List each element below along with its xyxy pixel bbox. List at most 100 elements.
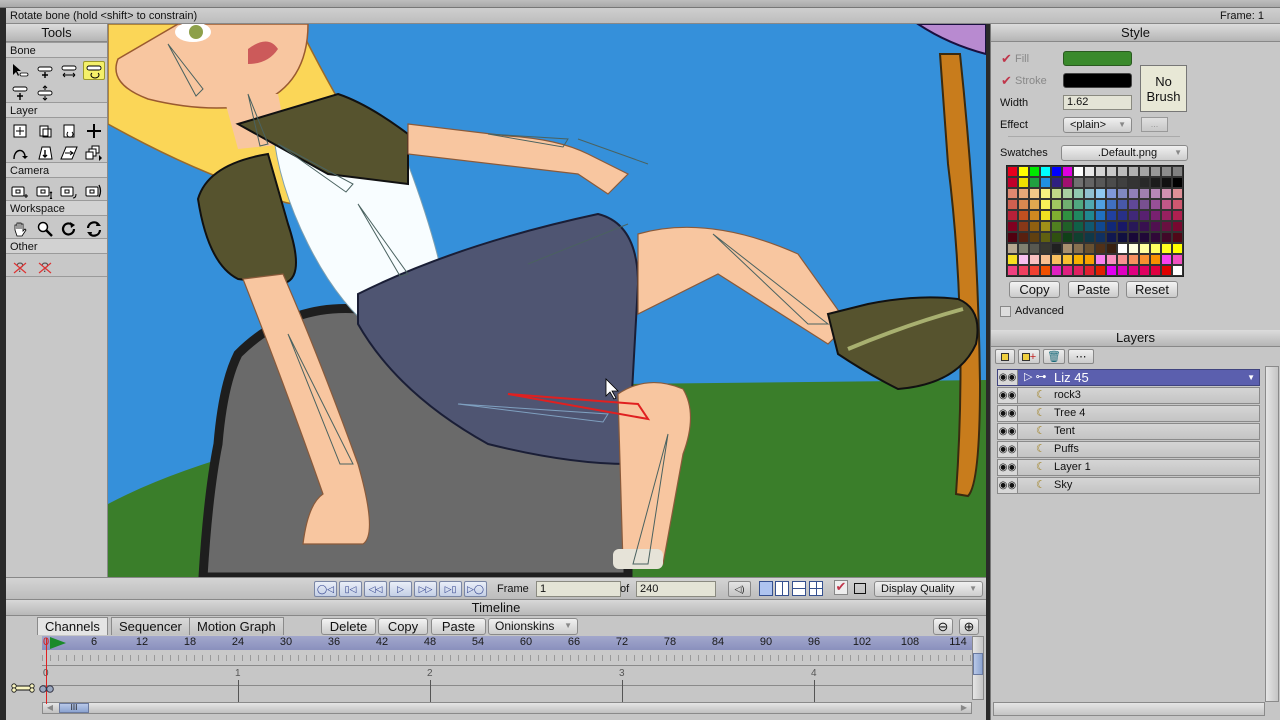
paste-button[interactable]: Paste: [431, 618, 486, 635]
swatch-color[interactable]: [1051, 210, 1062, 221]
swatch-color[interactable]: [1007, 243, 1018, 254]
swatch-color[interactable]: [1073, 188, 1084, 199]
visibility-eye-icon[interactable]: ◉◉: [998, 388, 1018, 403]
swatch-color[interactable]: [1150, 166, 1161, 177]
copy-button[interactable]: Copy: [378, 618, 428, 635]
split-vertical-view-icon[interactable]: [775, 581, 789, 596]
swatch-color[interactable]: [1128, 210, 1139, 221]
swatch-color[interactable]: [1150, 188, 1161, 199]
swatch-color[interactable]: [1062, 177, 1073, 188]
swatch-color[interactable]: [1040, 199, 1051, 210]
swatch-color[interactable]: [1051, 254, 1062, 265]
sound-icon[interactable]: ◁): [728, 581, 751, 597]
visibility-eye-icon[interactable]: ◉◉: [998, 406, 1018, 421]
split-horizontal-view-icon[interactable]: [792, 581, 806, 596]
swatch-color[interactable]: [1161, 254, 1172, 265]
fill-color-swatch[interactable]: [1063, 51, 1132, 66]
swatch-color[interactable]: [1018, 221, 1029, 232]
translate-icon[interactable]: [83, 121, 105, 140]
swatch-color[interactable]: [1117, 221, 1128, 232]
hand-pan-icon[interactable]: [9, 219, 31, 238]
swatch-color[interactable]: [1007, 254, 1018, 265]
swatch-color[interactable]: [1018, 254, 1029, 265]
swatch-color[interactable]: [1128, 221, 1139, 232]
swatch-color[interactable]: [1128, 232, 1139, 243]
layer-row[interactable]: ◉◉ ☾ Tent: [997, 423, 1260, 440]
swatch-color[interactable]: [1029, 210, 1040, 221]
swatch-color[interactable]: [1040, 177, 1051, 188]
swatch-color[interactable]: [1084, 243, 1095, 254]
swatch-color[interactable]: [1139, 188, 1150, 199]
step-forward-button[interactable]: ▷▷: [414, 581, 437, 597]
rotate-layer-icon[interactable]: [59, 121, 81, 140]
swatch-color[interactable]: [1106, 265, 1117, 276]
delete-button[interactable]: Delete: [321, 618, 376, 635]
add-bone-icon[interactable]: [34, 61, 56, 80]
swatch-color[interactable]: [1007, 221, 1018, 232]
swatch-color[interactable]: [1095, 210, 1106, 221]
swatch-color[interactable]: [1150, 243, 1161, 254]
swatch-color[interactable]: [1018, 210, 1029, 221]
swatch-color[interactable]: [1051, 199, 1062, 210]
swatch-color[interactable]: [1161, 232, 1172, 243]
swatch-color[interactable]: [1139, 199, 1150, 210]
swatch-color[interactable]: [1073, 254, 1084, 265]
swatch-color[interactable]: [1128, 254, 1139, 265]
visibility-eye-icon[interactable]: ◉◉: [998, 424, 1018, 439]
swatch-color[interactable]: [1117, 210, 1128, 221]
layer-row[interactable]: ◉◉ ☾ Layer 1: [997, 459, 1260, 476]
scroll-thumb[interactable]: III: [59, 703, 89, 713]
perspective-icon[interactable]: [59, 143, 81, 162]
swatch-color[interactable]: [1139, 166, 1150, 177]
manipulate-bones-icon[interactable]: [34, 83, 56, 102]
previous-keyframe-button[interactable]: ▯◁: [339, 581, 362, 597]
zoom-in-timeline-button[interactable]: ⊕: [959, 618, 979, 635]
swatch-color[interactable]: [1040, 254, 1051, 265]
swatch-color[interactable]: [1172, 199, 1183, 210]
swatch-color[interactable]: [1161, 243, 1172, 254]
roll-camera-icon[interactable]: [59, 181, 81, 200]
new-layer-add-icon[interactable]: +: [1018, 349, 1040, 364]
swatch-color[interactable]: [1095, 265, 1106, 276]
swatch-color[interactable]: [1117, 254, 1128, 265]
layer-row[interactable]: ◉◉ ☾ rock3: [997, 387, 1260, 404]
swatch-color[interactable]: [1150, 199, 1161, 210]
swatch-color[interactable]: [1172, 221, 1183, 232]
swatch-color[interactable]: [1084, 254, 1095, 265]
swatch-color[interactable]: [1018, 188, 1029, 199]
swatch-color[interactable]: [1051, 243, 1062, 254]
antialias-checkbox[interactable]: ✔: [834, 580, 848, 595]
swatch-color[interactable]: [1095, 166, 1106, 177]
total-frames-input[interactable]: 240: [636, 581, 716, 597]
swatch-color[interactable]: [1029, 177, 1040, 188]
swatch-color[interactable]: [1018, 177, 1029, 188]
swatch-color[interactable]: [1018, 166, 1029, 177]
swatch-color[interactable]: [1095, 177, 1106, 188]
layer-row[interactable]: ◉◉ ☾ Puffs: [997, 441, 1260, 458]
width-input[interactable]: 1.62: [1063, 95, 1132, 110]
missing-tool-icon[interactable]: ?: [34, 257, 56, 276]
layer-menu-arrow-icon[interactable]: ▼: [1247, 370, 1255, 385]
swatch-color[interactable]: [1029, 199, 1040, 210]
swatch-color[interactable]: [1040, 166, 1051, 177]
swatch-color[interactable]: [1007, 232, 1018, 243]
swatch-color[interactable]: [1007, 188, 1018, 199]
keyframe-icon[interactable]: [39, 682, 55, 693]
swatch-color[interactable]: [1040, 188, 1051, 199]
timeline-vertical-scrollbar[interactable]: [972, 636, 984, 700]
swatch-color[interactable]: [1150, 210, 1161, 221]
swatch-color[interactable]: [1062, 210, 1073, 221]
swatch-color[interactable]: [1117, 243, 1128, 254]
display-quality-dropdown[interactable]: Display Quality ▼: [874, 581, 983, 597]
swatch-color[interactable]: [1084, 232, 1095, 243]
swatch-color[interactable]: [1051, 265, 1062, 276]
swatch-copy-button[interactable]: Copy: [1009, 281, 1060, 298]
swatch-color[interactable]: [1073, 221, 1084, 232]
swatch-color[interactable]: [1106, 232, 1117, 243]
swatch-color[interactable]: [1172, 177, 1183, 188]
swatch-color[interactable]: [1128, 188, 1139, 199]
swatch-color[interactable]: [1051, 177, 1062, 188]
swatch-color[interactable]: [1084, 199, 1095, 210]
swatches-dropdown[interactable]: .Default.png ▼: [1061, 145, 1188, 161]
swatch-color[interactable]: [1051, 166, 1062, 177]
